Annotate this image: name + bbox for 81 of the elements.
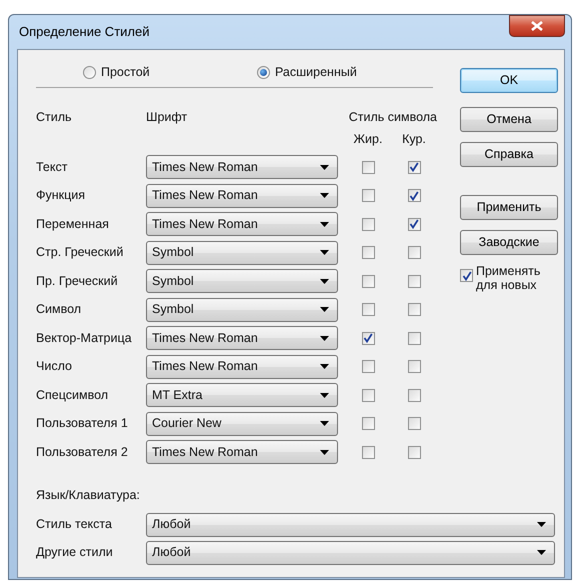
italic-checkbox[interactable] <box>408 388 420 402</box>
field-label: Другие стили <box>36 544 114 562</box>
italic-checkbox[interactable] <box>408 446 420 458</box>
style-dropdown[interactable]: Любой <box>146 512 555 537</box>
style-label: Число <box>36 358 73 376</box>
style-label: Символ <box>36 301 82 318</box>
dropdown-arrow-icon <box>320 421 329 426</box>
style-label: Переменная <box>36 216 110 233</box>
dropdown-arrow-icon <box>320 450 329 454</box>
column-header: Кур. <box>401 131 427 148</box>
apply-checkbox[interactable] <box>460 269 473 282</box>
dropdown-arrow-icon <box>537 522 546 528</box>
style-label: Пользователя 2 <box>36 444 129 461</box>
column-header: Стиль символа <box>348 109 437 126</box>
style-label: Функция <box>36 187 86 204</box>
italic-checkbox[interactable] <box>408 160 420 174</box>
style-label: Спецсимвол <box>36 386 110 404</box>
dropdown-arrow-icon <box>537 550 546 556</box>
style-dropdown[interactable]: Любой <box>146 540 555 565</box>
bold-checkbox[interactable] <box>362 303 374 316</box>
style-label: Вектор-Матрица <box>36 330 133 347</box>
italic-checkbox[interactable] <box>408 417 420 430</box>
style-label: Текст <box>36 158 68 176</box>
font-dropdown[interactable]: Times New Roman <box>146 326 338 350</box>
font-dropdown[interactable]: Times New Roman <box>146 184 338 208</box>
font-dropdown[interactable]: Symbol <box>146 240 338 264</box>
dialog-button[interactable]: Отмена <box>460 107 558 132</box>
radio-button[interactable] <box>83 66 96 79</box>
checkbox-label: Применять для новых <box>476 264 542 292</box>
font-dropdown[interactable]: Times New Roman <box>146 212 338 236</box>
dropdown-arrow-icon <box>320 392 329 398</box>
italic-checkbox[interactable] <box>408 303 420 316</box>
dialog-button[interactable]: Справка <box>460 142 558 167</box>
bold-checkbox[interactable] <box>362 218 374 230</box>
dialog-button[interactable]: Заводские <box>460 230 558 255</box>
radio-button[interactable] <box>257 66 270 79</box>
font-dropdown[interactable]: Symbol <box>146 298 338 322</box>
field-label: Стиль текста <box>36 516 113 534</box>
italic-checkbox[interactable] <box>408 332 420 344</box>
font-dropdown[interactable]: Times New Roman <box>146 354 338 378</box>
style-label: Стр. Греческий <box>36 244 124 262</box>
radio-label[interactable]: Расширенный <box>275 63 357 82</box>
style-label: Пользователя 1 <box>36 415 129 432</box>
dropdown-arrow-icon <box>320 193 329 198</box>
font-dropdown[interactable]: MT Extra <box>146 383 338 407</box>
dropdown-arrow-icon <box>320 250 329 255</box>
font-dropdown[interactable]: Courier New <box>146 412 338 436</box>
italic-checkbox[interactable] <box>408 218 420 230</box>
bold-checkbox[interactable] <box>362 160 374 174</box>
dialog-button[interactable]: Применить <box>460 195 558 220</box>
window-title: Определение Стилей <box>18 23 150 42</box>
style-label: Пр. Греческий <box>36 272 119 290</box>
italic-checkbox[interactable] <box>408 246 420 259</box>
bold-checkbox[interactable] <box>362 446 374 458</box>
italic-checkbox[interactable] <box>408 189 420 202</box>
dialog-button[interactable]: OK <box>460 68 558 93</box>
bold-checkbox[interactable] <box>362 274 374 288</box>
bold-checkbox[interactable] <box>362 246 374 259</box>
dropdown-arrow-icon <box>320 336 329 340</box>
italic-checkbox[interactable] <box>408 274 420 288</box>
dropdown-arrow-icon <box>320 364 329 369</box>
bold-checkbox[interactable] <box>362 417 374 430</box>
column-header: Стиль <box>36 109 73 126</box>
font-dropdown[interactable]: Times New Roman <box>146 155 338 179</box>
radio-label[interactable]: Простой <box>101 63 150 82</box>
column-header: Шрифт <box>146 109 188 126</box>
font-dropdown[interactable]: Times New Roman <box>146 440 338 464</box>
dropdown-arrow-icon <box>320 278 329 284</box>
bold-checkbox[interactable] <box>362 360 374 373</box>
close-button[interactable] <box>509 15 565 37</box>
close-icon <box>531 21 543 31</box>
section-label: Язык/Клавиатура: <box>36 487 141 504</box>
bold-checkbox[interactable] <box>362 388 374 402</box>
dropdown-arrow-icon <box>320 222 329 226</box>
dropdown-arrow-icon <box>320 307 329 312</box>
column-header: Жир. <box>352 131 384 148</box>
bold-checkbox[interactable] <box>362 189 374 202</box>
italic-checkbox[interactable] <box>408 360 420 373</box>
bold-checkbox[interactable] <box>362 332 374 344</box>
dropdown-arrow-icon <box>320 164 329 170</box>
font-dropdown[interactable]: Symbol <box>146 269 338 293</box>
